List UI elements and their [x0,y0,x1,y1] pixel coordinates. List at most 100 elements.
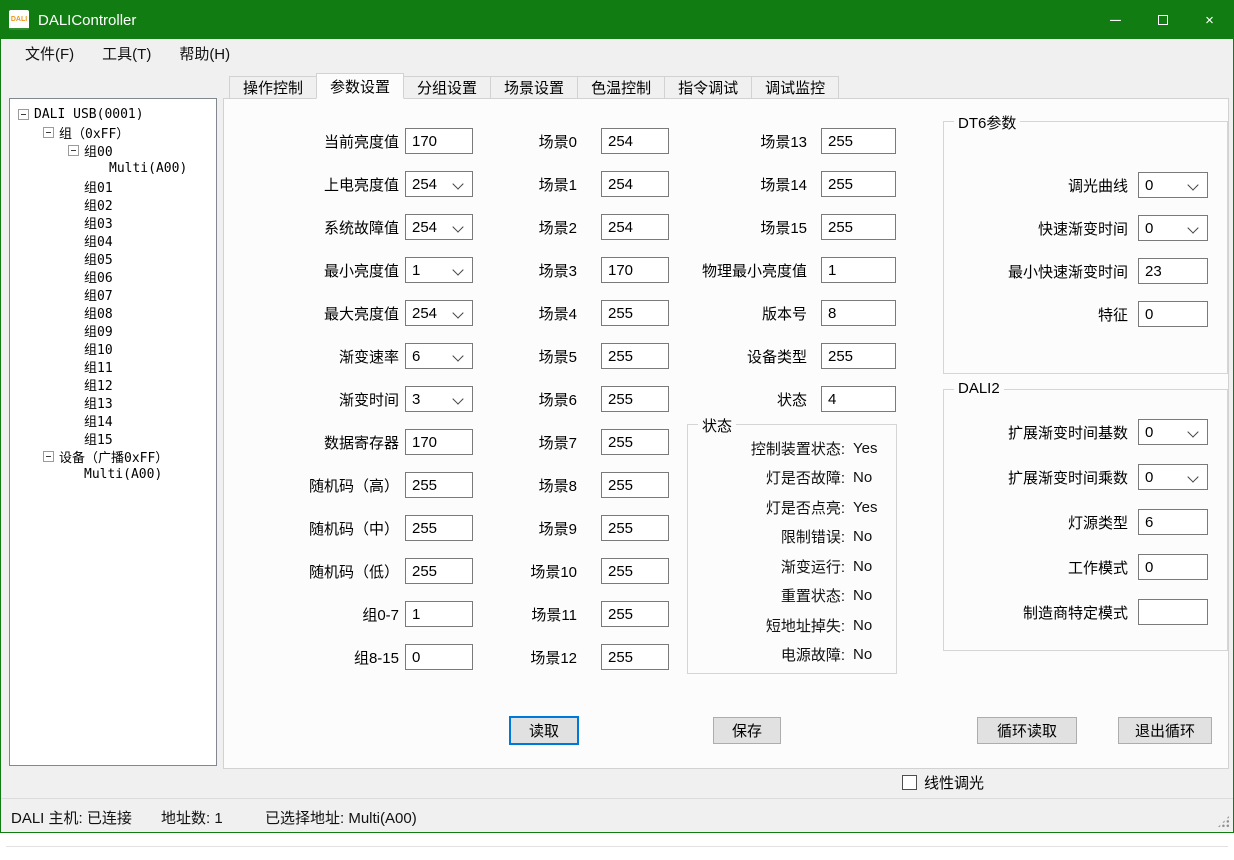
scene-input[interactable]: 255 [601,558,669,584]
param-input[interactable]: 6 [405,343,473,369]
checkbox-icon[interactable] [902,775,917,790]
menu-item[interactable]: 文件(F) [11,40,88,67]
param-input[interactable]: 254 [405,300,473,326]
collapse-icon[interactable] [43,451,54,462]
save-button[interactable]: 保存 [713,717,781,744]
loop-read-button[interactable]: 循环读取 [977,717,1077,744]
tree-item[interactable]: 组04 [10,231,216,249]
tree-item[interactable]: 组09 [10,321,216,339]
tab[interactable]: 色温控制 [577,76,665,99]
tree-item[interactable]: 组00 [10,141,216,159]
param-input[interactable]: 4 [821,386,896,412]
read-button[interactable]: 读取 [509,716,579,745]
scene-input[interactable]: 255 [601,429,669,455]
tree-item[interactable]: 设备（广播0xFF） [10,447,216,465]
param-input[interactable]: 255 [405,558,473,584]
tab[interactable]: 调试监控 [751,76,839,99]
scene-input[interactable]: 255 [601,515,669,541]
param-input[interactable]: 255 [821,214,896,240]
scene-input[interactable]: 254 [601,128,669,154]
param-input[interactable]: 3 [405,386,473,412]
param-input[interactable]: 254 [405,171,473,197]
param-row: 最小亮度值 1 [241,257,473,283]
param-input[interactable]: 255 [405,515,473,541]
scene-input[interactable]: 255 [601,472,669,498]
param-input[interactable]: 255 [821,171,896,197]
tree-item[interactable]: 组13 [10,393,216,411]
param-input[interactable]: 255 [821,343,896,369]
linear-dimming-checkbox[interactable]: 线性调光 [902,772,984,793]
scene-input[interactable]: 255 [601,601,669,627]
scene-value: 255 [608,649,633,666]
param-input[interactable]: 255 [821,128,896,154]
scene-input[interactable]: 170 [601,257,669,283]
tree-item[interactable]: 组15 [10,429,216,447]
param-input[interactable]: 6 [1138,509,1208,535]
tree-item[interactable]: 组11 [10,357,216,375]
param-input[interactable]: 0 [1138,554,1208,580]
title-bar: DALI DALIController ─ × [1,1,1233,39]
param-input[interactable]: 0 [1138,464,1208,490]
tree-item[interactable]: 组（0xFF） [10,123,216,141]
scene-input[interactable]: 254 [601,171,669,197]
param-input[interactable]: 1 [405,601,473,627]
param-input[interactable]: 0 [1138,215,1208,241]
scene-column-b: 场景13 255 场景14 255 场景15 255 物理最小亮度值 1 版本号… [661,128,896,412]
tree-item[interactable]: 组06 [10,267,216,285]
param-input[interactable]: 23 [1138,258,1208,284]
scene-row: 场景3 170 [471,257,669,283]
menu-item[interactable]: 帮助(H) [165,40,244,67]
param-input[interactable]: 170 [405,429,473,455]
tree-item[interactable]: Multi(A00) [10,465,216,483]
param-input[interactable]: 0 [1138,301,1208,327]
param-row: 制造商特定模式 [954,599,1208,625]
collapse-icon[interactable] [43,127,54,138]
maximize-button[interactable] [1139,1,1186,39]
param-input[interactable] [1138,599,1208,625]
collapse-icon[interactable] [68,145,79,156]
tab[interactable]: 分组设置 [403,76,491,99]
tree-item[interactable]: 组02 [10,195,216,213]
scene-row: 场景7 255 [471,429,669,455]
scene-input[interactable]: 254 [601,214,669,240]
tab[interactable]: 操作控制 [229,76,317,99]
menu-item[interactable]: 工具(T) [88,40,165,67]
param-input[interactable]: 0 [1138,419,1208,445]
scene-value: 254 [608,219,633,236]
param-input[interactable]: 1 [821,257,896,283]
tree-item[interactable]: 组08 [10,303,216,321]
tree-item[interactable]: DALI USB(0001) [10,105,216,123]
param-row: 渐变时间 3 [241,386,473,412]
tab[interactable]: 场景设置 [490,76,578,99]
tree-item[interactable]: 组05 [10,249,216,267]
tree-item[interactable]: 组01 [10,177,216,195]
tree-item[interactable]: 组12 [10,375,216,393]
tree-item[interactable]: 组14 [10,411,216,429]
param-input[interactable]: 0 [405,644,473,670]
scene-label: 场景8 [471,475,577,496]
close-button[interactable]: × [1186,1,1233,39]
scene-input[interactable]: 255 [601,300,669,326]
tree-item[interactable]: 组07 [10,285,216,303]
tree-item-label: 组11 [84,357,113,376]
scene-input[interactable]: 255 [601,386,669,412]
tab[interactable]: 指令调试 [664,76,752,99]
scene-value: 255 [608,477,633,494]
resize-grip[interactable] [1217,815,1230,828]
param-input[interactable]: 170 [405,128,473,154]
exit-loop-button[interactable]: 退出循环 [1118,717,1212,744]
param-input[interactable]: 255 [405,472,473,498]
scene-input[interactable]: 255 [601,644,669,670]
tree-item[interactable]: 组10 [10,339,216,357]
minimize-button[interactable]: ─ [1092,1,1139,39]
param-input[interactable]: 254 [405,214,473,240]
param-input[interactable]: 0 [1138,172,1208,198]
tree-item[interactable]: Multi(A00) [10,159,216,177]
dali2-groupbox-title: DALI2 [954,380,1004,397]
scene-input[interactable]: 255 [601,343,669,369]
collapse-icon[interactable] [18,109,29,120]
tree-item[interactable]: 组03 [10,213,216,231]
param-input[interactable]: 8 [821,300,896,326]
tab[interactable]: 参数设置 [316,73,404,99]
param-input[interactable]: 1 [405,257,473,283]
